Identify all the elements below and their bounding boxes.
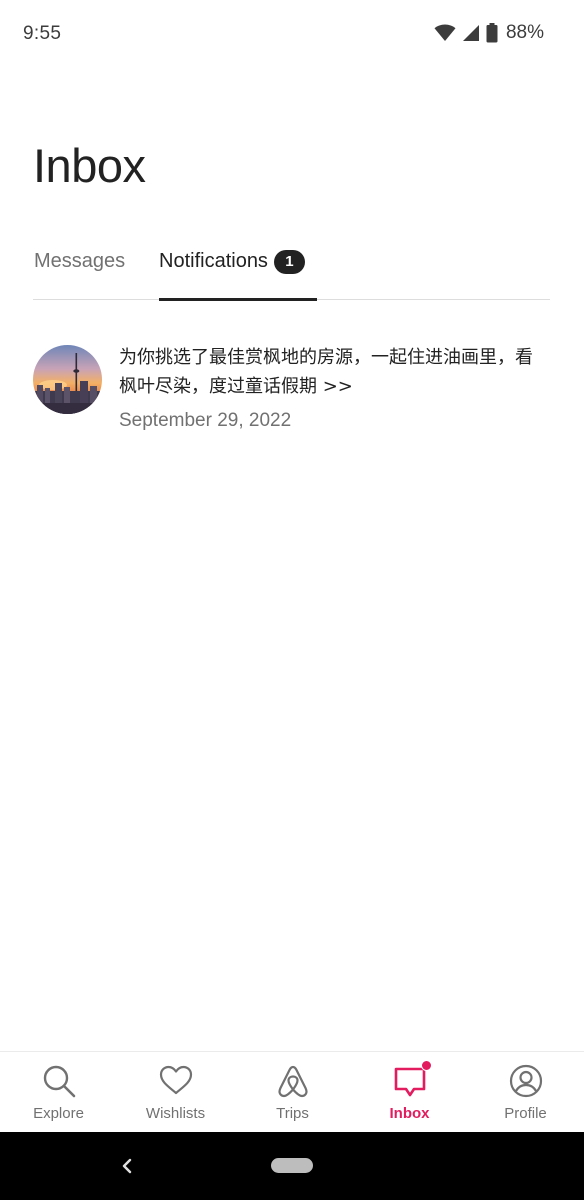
notification-date: September 29, 2022 — [119, 410, 292, 431]
battery-icon — [486, 23, 498, 43]
nav-label-wishlists: Wishlists — [145, 1105, 206, 1122]
home-pill-button[interactable] — [271, 1158, 313, 1173]
notification-item[interactable]: 为你挑选了最佳赏枫地的房源，一起住进油画里，看枫叶尽染，度过童话假期 >> Se… — [33, 343, 550, 443]
system-navigation-bar — [0, 1132, 584, 1200]
nav-label-explore: Explore — [33, 1105, 84, 1122]
notifications-count-badge: 1 — [273, 250, 305, 274]
notification-text: 为你挑选了最佳赏枫地的房源，一起住进油画里，看枫叶尽染，度过童话假期 >> — [119, 347, 533, 397]
tab-notifications-label: Notifications — [159, 250, 268, 272]
nav-item-wishlists[interactable]: Wishlists — [117, 1052, 234, 1133]
status-bar: 9:55 88% — [0, 0, 584, 68]
tab-messages[interactable]: Messages — [34, 250, 125, 298]
tab-notifications[interactable]: Notifications 1 — [159, 250, 305, 298]
inbox-unread-dot — [421, 1060, 432, 1071]
status-icons: 88% — [434, 22, 544, 44]
page-title: Inbox — [33, 139, 146, 192]
bottom-nav: Explore Wishlists Trips Inbox Profile — [0, 1051, 584, 1132]
search-icon — [43, 1065, 75, 1098]
nav-item-inbox[interactable]: Inbox — [351, 1052, 468, 1133]
airbnb-logo-icon — [277, 1065, 308, 1098]
battery-percent: 88% — [505, 22, 544, 43]
notification-body: 为你挑选了最佳赏枫地的房源，一起住进油画里，看枫叶尽染，度过童话假期 >> Se… — [119, 343, 539, 432]
back-icon[interactable] — [118, 1154, 138, 1178]
nav-label-profile: Profile — [504, 1105, 547, 1122]
nav-item-profile[interactable]: Profile — [467, 1052, 584, 1133]
tab-messages-label: Messages — [34, 250, 126, 272]
signal-icon — [462, 25, 479, 41]
nav-label-trips: Trips — [276, 1105, 309, 1122]
heart-icon — [159, 1065, 192, 1095]
active-tab-indicator — [159, 297, 317, 301]
notification-avatar — [33, 345, 102, 414]
inbox-tabs: Messages Notifications 1 — [33, 240, 550, 301]
status-time: 9:55 — [23, 23, 62, 44]
profile-icon — [509, 1064, 542, 1098]
city-skyline-sunset-image — [33, 345, 102, 414]
nav-item-trips[interactable]: Trips — [234, 1052, 351, 1133]
nav-label-inbox: Inbox — [389, 1105, 430, 1122]
nav-item-explore[interactable]: Explore — [0, 1052, 117, 1133]
wifi-icon — [434, 24, 456, 41]
